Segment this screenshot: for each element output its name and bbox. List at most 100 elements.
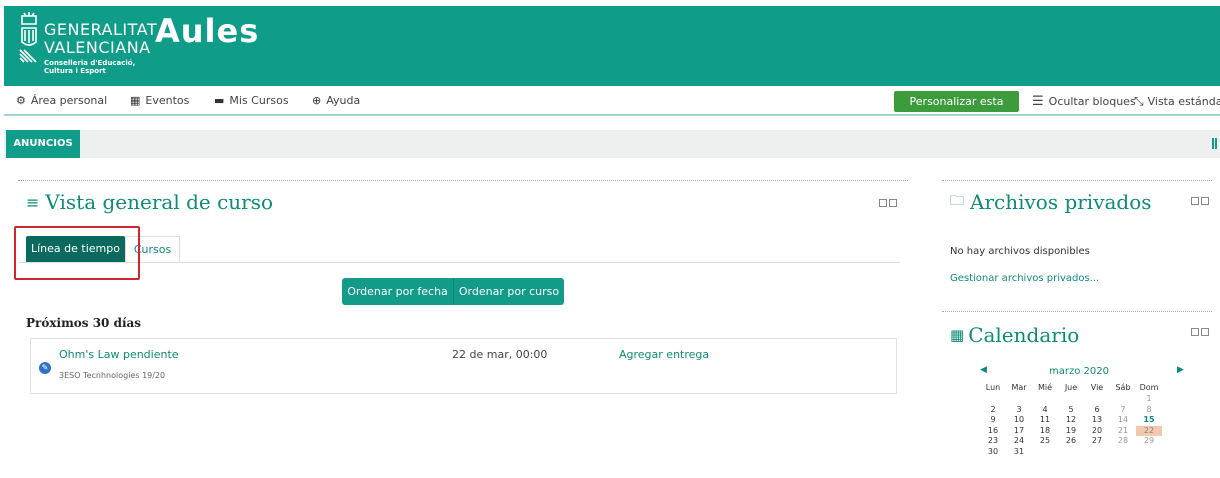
calendar-day[interactable]: 14 bbox=[1110, 415, 1136, 426]
calendar-day[interactable]: 26 bbox=[1058, 436, 1084, 447]
calendar-day[interactable]: 1 bbox=[1136, 394, 1162, 405]
generalitat-logo-icon[interactable] bbox=[18, 10, 40, 66]
collapse-block-icon[interactable] bbox=[1191, 328, 1199, 336]
block-actions-icon[interactable] bbox=[889, 199, 897, 207]
pause-icon[interactable] bbox=[1212, 138, 1217, 149]
standard-view-button[interactable]: ⤡ Vista estándar bbox=[1134, 94, 1220, 109]
calendar-day[interactable]: 5 bbox=[1058, 405, 1084, 416]
calendar-day[interactable]: 24 bbox=[1006, 436, 1032, 447]
block-title-text: Calendario bbox=[968, 323, 1080, 347]
highlight-annotation bbox=[14, 226, 140, 280]
calendar-week: 9 10 11 12 13 14 15 bbox=[980, 415, 1162, 426]
announcements-tab[interactable]: ANUNCIOS bbox=[6, 130, 80, 158]
calendar-icon: ▦ bbox=[950, 326, 965, 344]
course-overview-title: ≡ Vista general de curso bbox=[26, 190, 273, 214]
nav-item-label: Mis Cursos bbox=[229, 94, 289, 107]
calendar-empty-cell bbox=[1136, 447, 1162, 458]
calendar-empty-cell bbox=[1058, 394, 1084, 405]
calendar-day[interactable]: 18 bbox=[1032, 426, 1058, 437]
block-divider bbox=[942, 180, 1212, 181]
nav-item-dashboard[interactable]: ⚙ Área personal bbox=[16, 94, 107, 107]
calendar-day[interactable]: 2 bbox=[980, 405, 1006, 416]
weekday-header: Lun bbox=[985, 383, 1001, 392]
calendar-week: 23 24 25 26 27 28 29 bbox=[980, 436, 1162, 447]
block-divider bbox=[18, 180, 908, 181]
calendar-day[interactable]: 28 bbox=[1110, 436, 1136, 447]
block-title-text: Archivos privados bbox=[970, 190, 1152, 214]
calendar-day[interactable]: 4 bbox=[1032, 405, 1058, 416]
block-controls bbox=[1189, 321, 1209, 340]
calendar-day[interactable]: 30 bbox=[980, 447, 1006, 458]
calendar-day[interactable]: 23 bbox=[980, 436, 1006, 447]
customize-page-button[interactable]: Personalizar esta página bbox=[894, 91, 1019, 129]
nav-item-label: Área personal bbox=[30, 94, 108, 107]
calendar-day[interactable]: 19 bbox=[1058, 426, 1084, 437]
sort-by-date-button[interactable]: Ordenar por fecha bbox=[342, 278, 453, 305]
calendar-day[interactable]: 15 bbox=[1136, 415, 1162, 426]
nav-item-events[interactable]: ▦ Eventos bbox=[130, 94, 189, 107]
brand-line-1: GENERALITAT bbox=[44, 20, 158, 39]
calendar-empty-cell bbox=[1084, 447, 1110, 458]
calendar-day[interactable]: 31 bbox=[1006, 447, 1032, 458]
private-files-title: 🗀 Archivos privados bbox=[950, 190, 1152, 214]
event-item bbox=[30, 338, 897, 394]
nav-item-label: Eventos bbox=[145, 94, 190, 107]
calendar-day[interactable]: 12 bbox=[1058, 415, 1084, 426]
event-course: 3ESO Tecnhnologies 19/20 bbox=[59, 371, 166, 380]
weekday-header: Mié bbox=[1037, 383, 1053, 392]
calendar-day[interactable]: 11 bbox=[1032, 415, 1058, 426]
calendar-empty-cell bbox=[1058, 447, 1084, 458]
upcoming-heading: Próximos 30 días bbox=[26, 316, 142, 330]
weekday-header: Dom bbox=[1139, 383, 1159, 392]
no-files-text: No hay archivos disponibles bbox=[950, 246, 1090, 257]
calendar-day[interactable]: 13 bbox=[1084, 415, 1110, 426]
calendar-day[interactable]: 29 bbox=[1136, 436, 1162, 447]
calendar-month[interactable]: marzo 2020 bbox=[1024, 366, 1134, 377]
calendar-icon: ▦ bbox=[130, 94, 141, 107]
weekday-header: Vie bbox=[1090, 383, 1104, 392]
event-name-link[interactable]: Ohm's Law pendiente bbox=[59, 348, 179, 361]
calendar-day[interactable]: 10 bbox=[1006, 415, 1032, 426]
next-month-icon[interactable]: ▶ bbox=[1177, 365, 1184, 375]
manage-files-link[interactable]: Gestionar archivos privados... bbox=[950, 273, 1099, 284]
previous-month-icon[interactable]: ◀ bbox=[980, 365, 987, 375]
collapse-block-icon[interactable] bbox=[879, 199, 887, 207]
weekday-header: Mar bbox=[1011, 383, 1027, 392]
calendar-week: 1 bbox=[980, 394, 1162, 405]
calendar-day[interactable]: 20 bbox=[1084, 426, 1110, 437]
calendar-day[interactable]: 27 bbox=[1084, 436, 1110, 447]
calendar-day[interactable]: 25 bbox=[1032, 436, 1058, 447]
nav-item-my-courses[interactable]: ▬ Mis Cursos bbox=[214, 94, 289, 107]
calendar-day[interactable]: 17 bbox=[1006, 426, 1032, 437]
brand-line-2: VALENCIANA bbox=[44, 38, 151, 57]
dashboard-icon: ⚙ bbox=[16, 94, 26, 107]
compress-icon: ⤡ bbox=[1134, 94, 1144, 108]
app-name[interactable]: Aules bbox=[155, 12, 259, 50]
calendar-empty-cell bbox=[1110, 447, 1136, 458]
block-divider bbox=[942, 311, 1212, 312]
add-submission-link[interactable]: Agregar entrega bbox=[619, 348, 709, 361]
calendar-day[interactable]: 9 bbox=[980, 415, 1006, 426]
lifebuoy-icon: ⊕ bbox=[312, 94, 322, 107]
calendar-day[interactable]: 7 bbox=[1110, 405, 1136, 416]
calendar-day[interactable]: 6 bbox=[1084, 405, 1110, 416]
calendar-grid: Lun Mar Mié Jue Vie Sáb Dom 1 2 3 4 5 6 7 8 9 10 11 12 13 1… bbox=[980, 381, 1162, 457]
standard-view-label: Vista estándar bbox=[1147, 95, 1220, 108]
block-actions-icon[interactable] bbox=[1201, 197, 1209, 205]
hide-blocks-icon: ☰ bbox=[1032, 94, 1044, 109]
block-actions-icon[interactable] bbox=[1201, 328, 1209, 336]
weekday-header: Jue bbox=[1064, 383, 1078, 392]
sort-by-course-button[interactable]: Ordenar por curso bbox=[453, 278, 564, 305]
calendar-empty-cell bbox=[1032, 394, 1058, 405]
collapse-block-icon[interactable] bbox=[1191, 197, 1199, 205]
block-controls bbox=[1189, 190, 1209, 209]
calendar-day[interactable]: 16 bbox=[980, 426, 1006, 437]
hide-blocks-label: Ocultar bloques bbox=[1048, 95, 1136, 108]
folder-icon: 🗀 bbox=[950, 193, 964, 209]
nav-item-help[interactable]: ⊕ Ayuda bbox=[312, 94, 360, 107]
calendar-day[interactable]: 3 bbox=[1006, 405, 1032, 416]
calendar-day[interactable]: 8 bbox=[1136, 405, 1162, 416]
hide-blocks-button[interactable]: ☰ Ocultar bloques bbox=[1032, 94, 1136, 109]
calendar-day[interactable]: 22 bbox=[1136, 425, 1162, 436]
calendar-day[interactable]: 21 bbox=[1110, 426, 1136, 437]
